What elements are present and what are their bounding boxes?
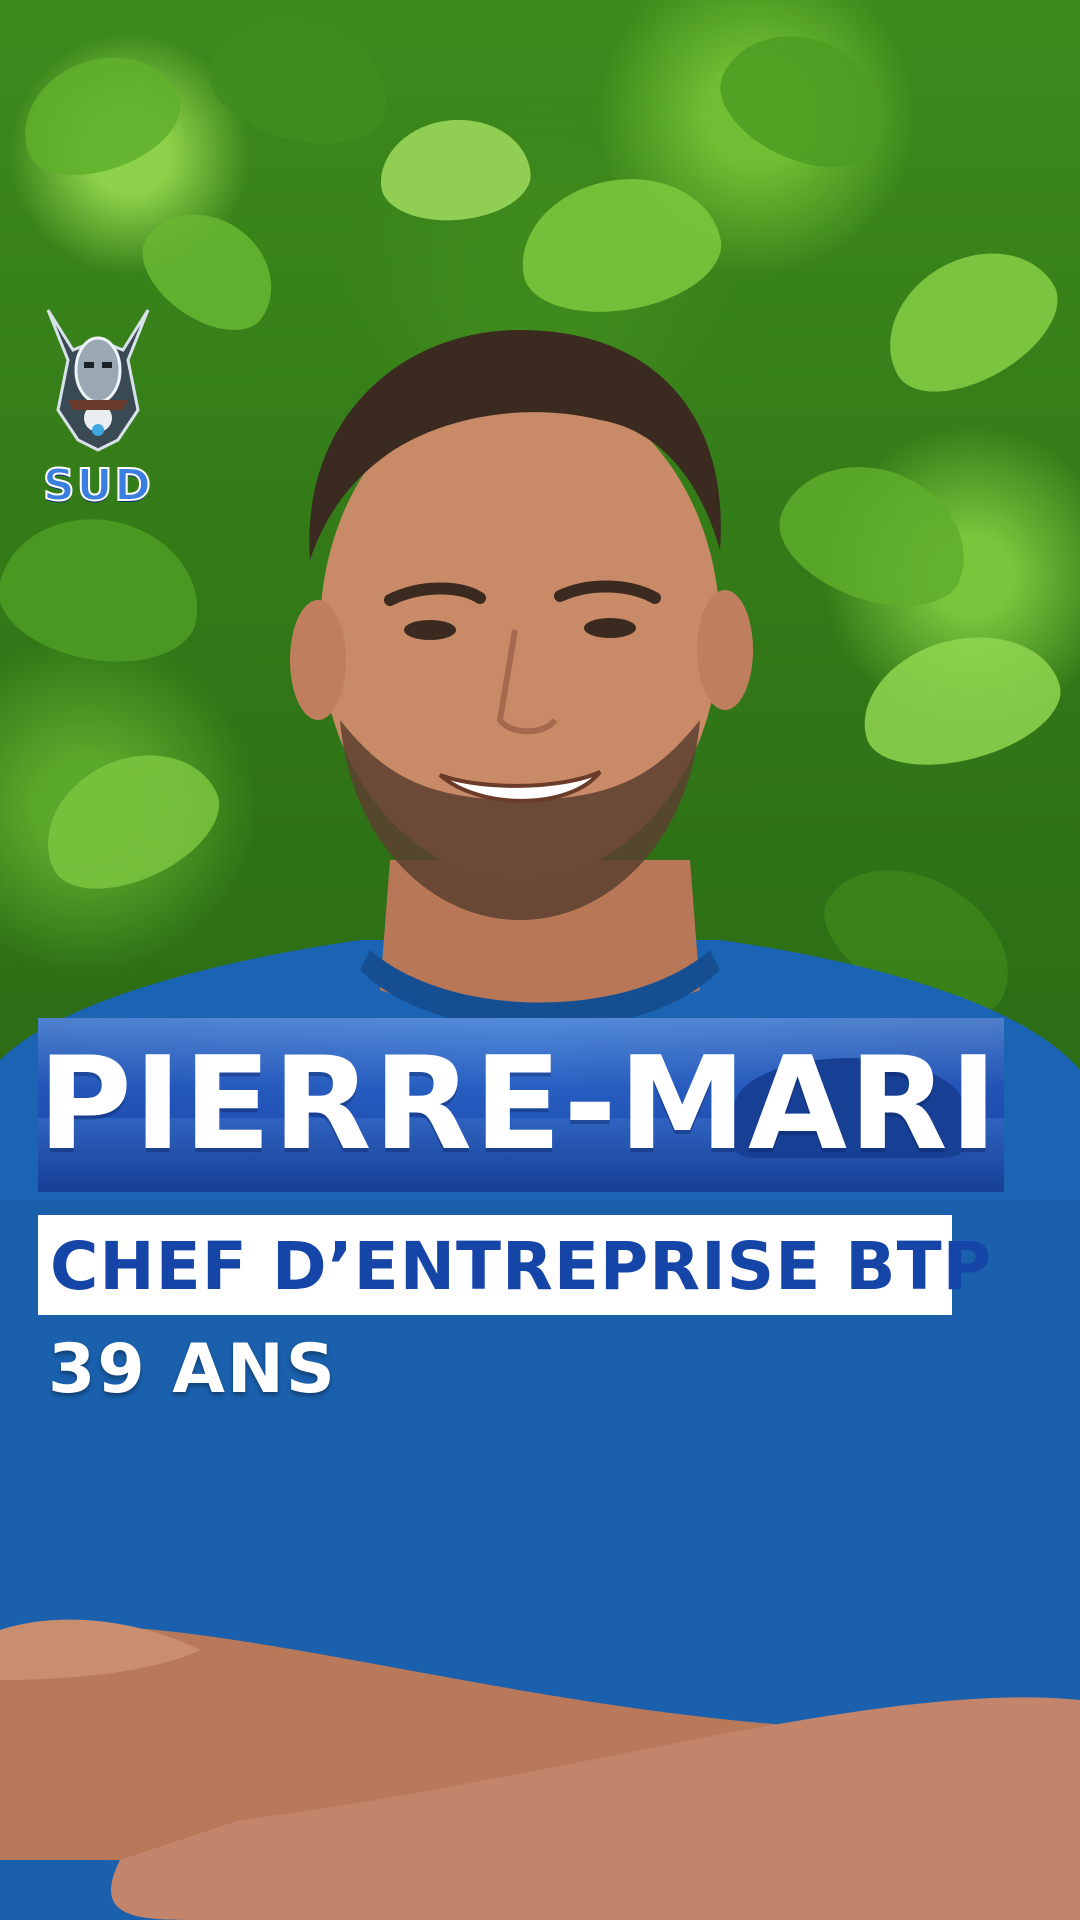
poster: SUD PIERRE-MARIE CHEF D’ENTREPRISE BTP 3… <box>0 0 1080 1920</box>
contestant-name: PIERRE-MARIE <box>38 1030 1004 1179</box>
contestant-age: 39 ANS <box>48 1330 337 1409</box>
name-banner: PIERRE-MARIE <box>38 1018 1004 1192</box>
tribal-mask-icon <box>46 309 150 452</box>
contestant-occupation: CHEF D’ENTREPRISE BTP <box>50 1228 992 1305</box>
show-logo: SUD <box>38 300 158 512</box>
occupation-banner: CHEF D’ENTREPRISE BTP <box>38 1215 991 1315</box>
logo-text: SUD <box>42 459 153 512</box>
